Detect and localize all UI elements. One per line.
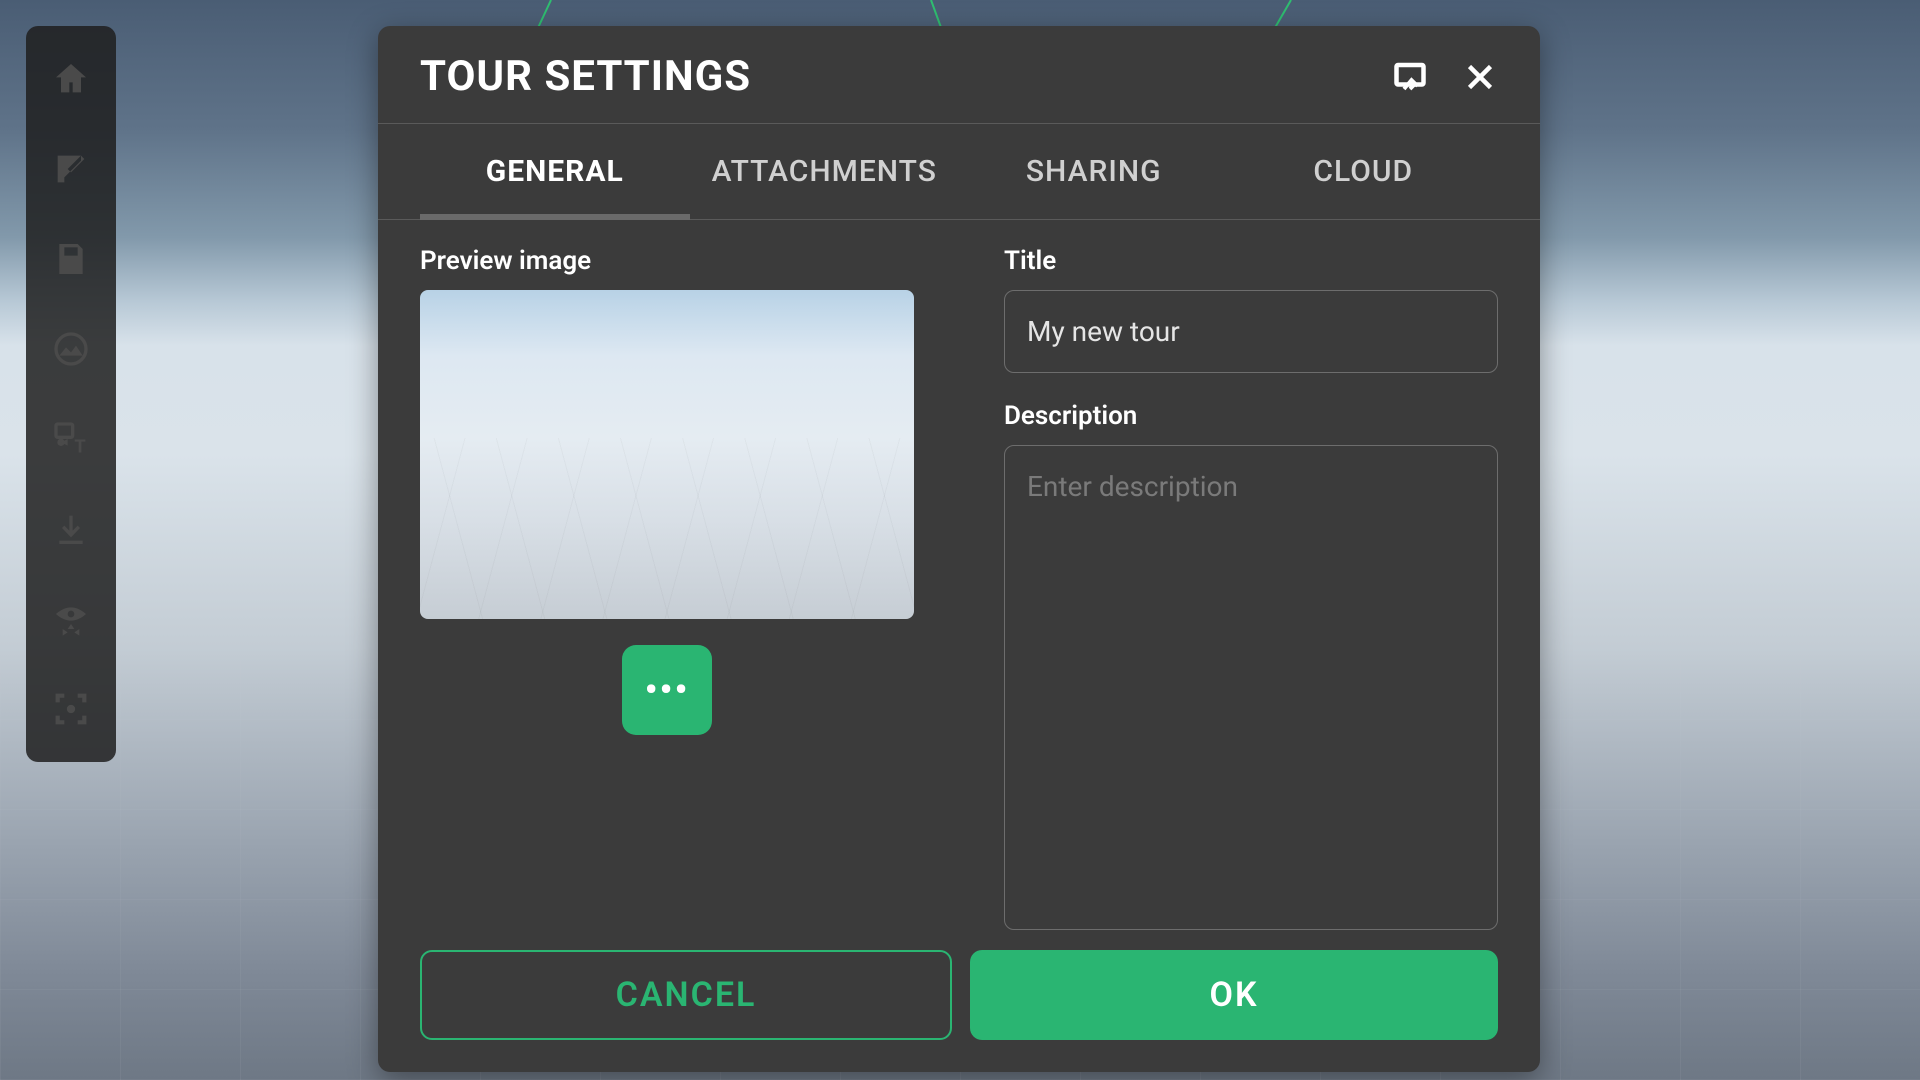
visibility-move-icon	[51, 599, 91, 639]
preview-image[interactable]	[420, 290, 914, 619]
modal-header: TOUR SETTINGS	[378, 26, 1540, 124]
media-text-icon: T	[51, 419, 91, 459]
close-button[interactable]	[1462, 59, 1498, 95]
export-icon	[1392, 59, 1428, 95]
modal-tabs: GENERAL ATTACHMENTS SHARING CLOUD	[378, 124, 1540, 220]
preview-more-button[interactable]: •••	[622, 645, 712, 735]
modal-footer: CANCEL OK	[378, 950, 1540, 1072]
close-icon	[1462, 59, 1498, 95]
tab-sharing[interactable]: SHARING	[959, 124, 1229, 219]
download-button[interactable]	[26, 484, 116, 574]
preview-image-label: Preview image	[420, 246, 914, 276]
visibility-move-button[interactable]	[26, 574, 116, 664]
ok-button[interactable]: OK	[970, 950, 1498, 1040]
focus-button[interactable]	[26, 664, 116, 754]
home-icon	[51, 59, 91, 99]
media-text-button[interactable]: T	[26, 394, 116, 484]
svg-text:T: T	[74, 436, 85, 457]
ellipsis-icon: •••	[645, 669, 690, 711]
home-button[interactable]	[26, 34, 116, 124]
description-input[interactable]	[1004, 445, 1498, 930]
title-input[interactable]	[1004, 290, 1498, 373]
download-icon	[51, 509, 91, 549]
fields-column: Title Description	[1004, 246, 1498, 930]
left-toolbar: T	[26, 26, 116, 762]
edit-button[interactable]	[26, 124, 116, 214]
export-button[interactable]	[1392, 59, 1428, 95]
tab-attachments[interactable]: ATTACHMENTS	[690, 124, 960, 219]
description-label: Description	[1004, 401, 1498, 431]
save-icon	[51, 239, 91, 279]
tour-settings-modal: TOUR SETTINGS GENERAL ATTACHMENTS SHARIN…	[378, 26, 1540, 1072]
tab-general[interactable]: GENERAL	[420, 124, 690, 219]
save-button[interactable]	[26, 214, 116, 304]
title-label: Title	[1004, 246, 1498, 276]
image-button[interactable]	[26, 304, 116, 394]
modal-body: Preview image ••• Title Description	[378, 220, 1540, 950]
edit-icon	[51, 149, 91, 189]
modal-title: TOUR SETTINGS	[420, 52, 1358, 101]
tab-cloud[interactable]: CLOUD	[1229, 124, 1499, 219]
preview-column: Preview image •••	[420, 246, 914, 930]
image-icon	[51, 329, 91, 369]
focus-icon	[51, 689, 91, 729]
cancel-button[interactable]: CANCEL	[420, 950, 952, 1040]
